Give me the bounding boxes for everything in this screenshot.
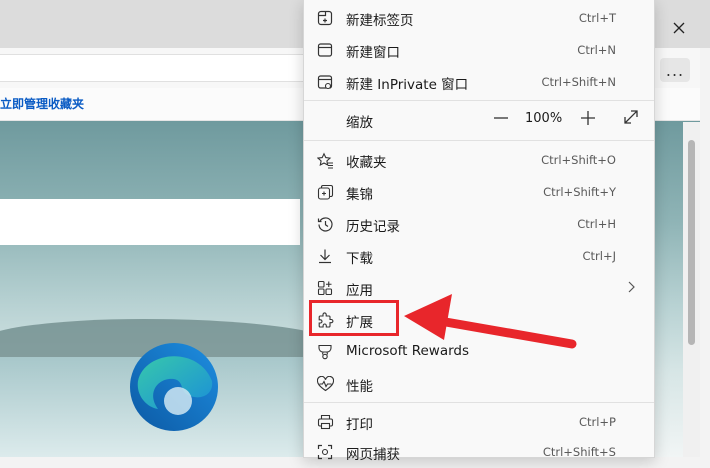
print-icon (316, 413, 334, 431)
chevron-right-icon (628, 281, 635, 293)
edge-logo (130, 343, 218, 431)
menu-item-label: 应用 (346, 283, 373, 299)
menu-item-web-capture[interactable]: 网页捕获 Ctrl+Shift+S (304, 436, 654, 468)
download-icon (316, 247, 334, 265)
menu-item-shortcut: Ctrl+H (577, 217, 616, 231)
menu-item-shortcut: Ctrl+Shift+O (541, 153, 616, 167)
window-close-button[interactable] (665, 14, 693, 42)
menu-item-favorites[interactable]: 收藏夹 Ctrl+Shift+O (304, 144, 654, 176)
menu-item-label: 收藏夹 (346, 155, 387, 171)
performance-icon (316, 375, 334, 393)
scroll-thumb[interactable] (688, 140, 695, 345)
menu-item-label: 新建标签页 (346, 13, 414, 29)
menu-item-new-inprivate[interactable]: 新建 InPrivate 窗口 Ctrl+Shift+N (304, 66, 654, 98)
menu-item-collections[interactable]: 集锦 Ctrl+Shift+Y (304, 176, 654, 208)
new-window-icon (316, 41, 334, 59)
menu-item-new-tab[interactable]: 新建标签页 Ctrl+T (304, 2, 654, 34)
zoom-level: 100% (525, 111, 563, 126)
rewards-icon (316, 343, 334, 361)
menu-item-shortcut: Ctrl+J (582, 249, 617, 263)
menu-item-shortcut: Ctrl+P (578, 415, 616, 429)
search-box[interactable] (0, 199, 300, 245)
zoom-in-button[interactable] (577, 107, 599, 129)
menu-item-shortcut: Ctrl+T (578, 11, 616, 25)
history-icon (316, 215, 334, 233)
menu-item-downloads[interactable]: 下载 Ctrl+J (304, 240, 654, 272)
annotation-arrow (404, 294, 577, 349)
highlight-box (309, 300, 399, 336)
page-scrollbar[interactable] (683, 122, 700, 457)
menu-separator (304, 402, 654, 403)
settings-menu: 新建标签页 Ctrl+T 新建窗口 Ctrl+N 新建 InPrivate 窗口… (303, 0, 655, 463)
menu-item-shortcut: Ctrl+N (577, 43, 616, 57)
collections-icon (316, 183, 334, 201)
menu-item-label: 性能 (346, 379, 373, 395)
menu-item-zoom: 缩放 (304, 104, 654, 136)
menu-item-label: 缩放 (346, 115, 373, 131)
menu-item-shortcut: Ctrl+Shift+N (541, 75, 616, 89)
apps-icon (316, 279, 334, 297)
menu-item-label: 新建 InPrivate 窗口 (346, 77, 469, 93)
menu-item-label: 新建窗口 (346, 45, 400, 61)
fullscreen-icon[interactable] (620, 106, 642, 128)
favorites-icon (316, 151, 334, 169)
menu-item-history[interactable]: 历史记录 Ctrl+H (304, 208, 654, 240)
menu-item-label: 历史记录 (346, 219, 400, 235)
menu-separator (304, 140, 654, 141)
menu-item-label: 集锦 (346, 187, 373, 203)
menu-item-new-window[interactable]: 新建窗口 Ctrl+N (304, 34, 654, 66)
menu-item-label: 网页捕获 (346, 447, 400, 463)
menu-separator (304, 100, 654, 101)
menu-item-performance[interactable]: 性能 (304, 368, 654, 400)
menu-item-print[interactable]: 打印 Ctrl+P (304, 406, 654, 438)
close-icon (673, 22, 685, 34)
settings-and-more-button[interactable]: ... (660, 58, 690, 82)
manage-favorites-link[interactable]: 立即管理收藏夹 (0, 95, 84, 112)
new-tab-icon (316, 9, 334, 27)
inprivate-icon (316, 73, 334, 91)
zoom-out-button[interactable] (490, 107, 512, 129)
menu-item-label: 打印 (346, 417, 373, 433)
menu-item-label: 下载 (346, 251, 373, 267)
menu-item-shortcut: Ctrl+Shift+Y (543, 185, 616, 199)
capture-icon (316, 443, 334, 461)
